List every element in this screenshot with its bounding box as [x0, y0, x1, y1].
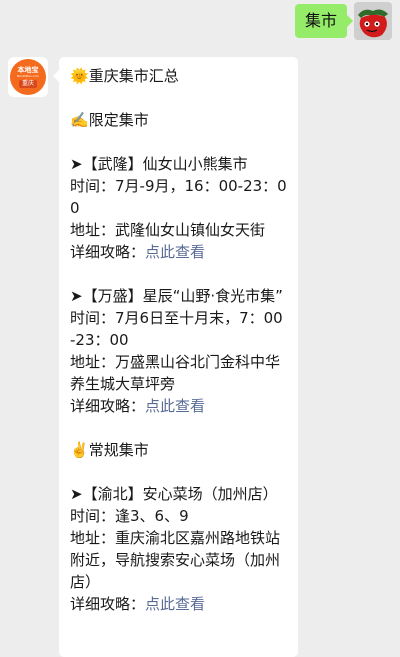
- market-guide: 详细攻略：点此查看: [70, 243, 206, 261]
- market-heading: ➤【渝北】安心菜场（加州店）: [70, 485, 278, 503]
- bendibao-logo-icon: 本地宝 BenDiBao.com 重庆: [10, 59, 46, 95]
- logo-city-text: 重庆: [18, 80, 37, 88]
- outgoing-message-text: 集市: [304, 11, 337, 30]
- market-time: 时间：7月-9月，16：00-23：00: [70, 177, 287, 217]
- bot-avatar[interactable]: 本地宝 BenDiBao.com 重庆: [8, 57, 48, 97]
- writing-hand-icon: ✍️: [70, 111, 89, 129]
- victory-hand-icon: ✌️: [70, 441, 89, 459]
- guide-link[interactable]: 点此查看: [145, 595, 205, 613]
- market-time: 时间：7月6日至十月末，7：00-23：00: [70, 309, 283, 349]
- strawberry-avatar-icon: [354, 2, 392, 40]
- guide-link[interactable]: 点此查看: [145, 397, 205, 415]
- incoming-message[interactable]: 🌞重庆集市汇总 ✍️限定集市 ➤【武隆】仙女山小熊集市 时间：7月-9月，16：…: [53, 57, 298, 657]
- logo-top-text: 本地宝: [17, 66, 39, 74]
- market-guide: 详细攻略：点此查看: [70, 397, 206, 415]
- outgoing-message[interactable]: 集市: [294, 4, 354, 38]
- user-avatar[interactable]: [354, 2, 392, 40]
- guide-link[interactable]: 点此查看: [145, 243, 205, 261]
- market-heading: ➤【万盛】星辰“山野·食光市集”: [70, 287, 283, 305]
- market-time: 时间：逢3、6、9: [70, 507, 189, 525]
- message-title: 🌞重庆集市汇总: [70, 67, 179, 85]
- market-address: 地址：万盛黑山谷北门金科中华养生城大草坪旁: [70, 353, 281, 393]
- logo-mid-text: BenDiBao.com: [17, 74, 39, 78]
- market-address: 地址：武隆仙女山镇仙女天街: [70, 221, 266, 239]
- sun-icon: 🌞: [70, 67, 89, 85]
- market-address: 地址：重庆渝北区嘉州路地铁站附近，导航搜索安心菜场（加州店）: [70, 529, 281, 591]
- limited-heading: ✍️限定集市: [70, 111, 149, 129]
- market-guide: 详细攻略：点此查看: [70, 595, 206, 613]
- regular-heading: ✌️常规集市: [70, 441, 149, 459]
- market-heading: ➤【武隆】仙女山小熊集市: [70, 155, 248, 173]
